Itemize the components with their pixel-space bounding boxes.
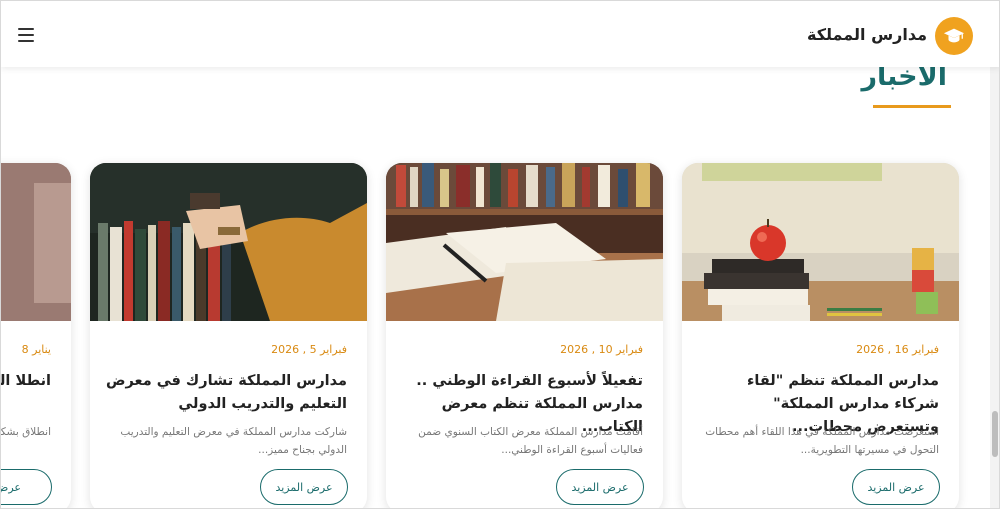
news-card-image	[386, 163, 663, 321]
read-more-button[interactable]: عرض المزيد	[260, 469, 348, 505]
news-card-date: فبراير 10 , 2026	[560, 343, 643, 356]
graduation-cap-icon	[943, 28, 965, 43]
read-more-button[interactable]: عرض	[1, 469, 52, 505]
news-card-title[interactable]: انطلا المد	[1, 370, 51, 393]
news-card-date: فبراير 5 , 2026	[271, 343, 347, 356]
news-card-image	[682, 163, 959, 321]
news-card[interactable]: فبراير 5 , 2026 مدارس المملكة تشارك في م…	[90, 163, 367, 508]
news-card[interactable]: يناير 8 انطلا المد انطلاق بشكل عرض	[0, 163, 71, 508]
site-brand-name[interactable]: مدارس المملكة	[807, 25, 927, 44]
news-card-description: انطلاق بشكل	[0, 426, 51, 438]
site-header: مدارس المملكة	[1, 1, 999, 67]
page-scrollbar[interactable]	[990, 67, 999, 508]
news-card-description: استعرضت مدارس المملكة في هذا اللقاء أهم …	[705, 426, 939, 456]
news-card-description: أقامت مدارس المملكة معرض الكتاب السنوي ض…	[418, 426, 643, 456]
read-more-button[interactable]: عرض المزيد	[852, 469, 940, 505]
news-card-description: شاركت مدارس المملكة في معرض التعليم والت…	[120, 426, 347, 456]
title-underline	[873, 105, 951, 108]
news-card-image	[90, 163, 367, 321]
scrollbar-thumb[interactable]	[992, 411, 998, 457]
read-more-button[interactable]: عرض المزيد	[556, 469, 644, 505]
news-card-title[interactable]: مدارس المملكة تشارك في معرض التعليم والت…	[106, 370, 347, 416]
news-card[interactable]: فبراير 16 , 2026 مدارس المملكة تنظم "لقا…	[682, 163, 959, 508]
hamburger-menu-icon[interactable]	[18, 28, 34, 42]
news-card-date: يناير 8	[21, 343, 51, 356]
news-card-date: فبراير 16 , 2026	[856, 343, 939, 356]
page: مدارس المملكة الآخبار فبراير 16 , 2026 م…	[0, 0, 1000, 509]
logo[interactable]	[935, 17, 973, 55]
news-card[interactable]: فبراير 10 , 2026 تفعيلاً لأسبوع القراءة …	[386, 163, 663, 508]
news-card-image	[1, 163, 71, 321]
